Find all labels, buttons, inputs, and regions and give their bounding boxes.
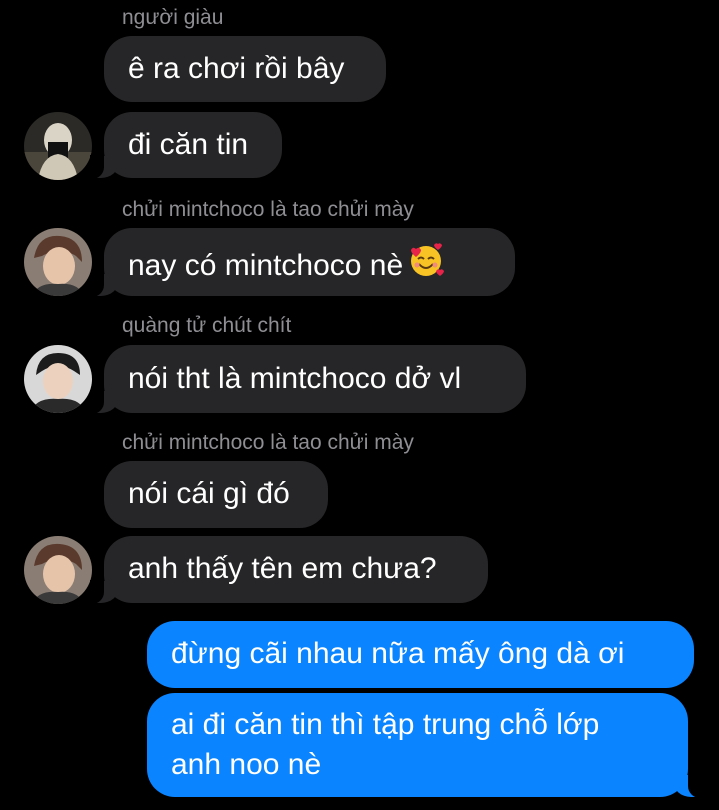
message-text: nay có mintchoco nè — [128, 248, 404, 282]
avatar[interactable] — [24, 228, 92, 296]
message-bubble-incoming[interactable]: anh thấy tên em chưa? — [90, 536, 488, 604]
message-text: anh thấy tên em chưa? — [128, 552, 437, 585]
sender-name: chửi mintchoco là tao chửi mày — [122, 431, 414, 454]
smiling-face-with-hearts-icon — [407, 241, 445, 289]
avatar-image — [24, 536, 92, 604]
message-bubble-outgoing[interactable]: đừng cãi nhau nữa mấy ông dà ơi — [147, 621, 694, 688]
message-bubble-incoming[interactable]: nay có mintchoco nè — [90, 228, 515, 297]
message-text: nói tht là mintchoco dở vl — [128, 362, 462, 395]
avatar-image — [24, 112, 92, 180]
avatar-image — [24, 345, 92, 413]
avatar[interactable] — [24, 536, 92, 604]
sender-name: quàng tử chút chít — [122, 314, 292, 337]
avatar[interactable] — [24, 345, 92, 413]
message-bubble-outgoing[interactable]: ai đi căn tin thì tập trung chỗ lớp anh … — [147, 693, 702, 798]
message-text: đừng cãi nhau nữa mấy ông dà ơi — [171, 637, 625, 670]
message-text-line: anh noo nè — [171, 748, 322, 781]
message-text-line: ai đi căn tin thì tập trung chỗ lớp — [171, 708, 600, 741]
avatar-image — [24, 228, 92, 296]
sender-name: chửi mintchoco là tao chửi mày — [122, 198, 414, 221]
message-text: ê ra chơi rồi bây — [128, 52, 345, 85]
avatar[interactable] — [24, 112, 92, 180]
message-bubble-incoming[interactable]: nói tht là mintchoco dở vl — [90, 345, 526, 414]
sender-name: người giàu — [122, 6, 224, 29]
message-text: nói cái gì đó — [128, 477, 290, 510]
message-bubble-incoming[interactable]: đi căn tin — [90, 112, 282, 179]
message-text: đi căn tin — [128, 128, 249, 161]
message-bubble-incoming[interactable]: ê ra chơi rồi bây — [104, 36, 386, 102]
message-bubble-incoming[interactable]: nói cái gì đó — [104, 461, 328, 528]
